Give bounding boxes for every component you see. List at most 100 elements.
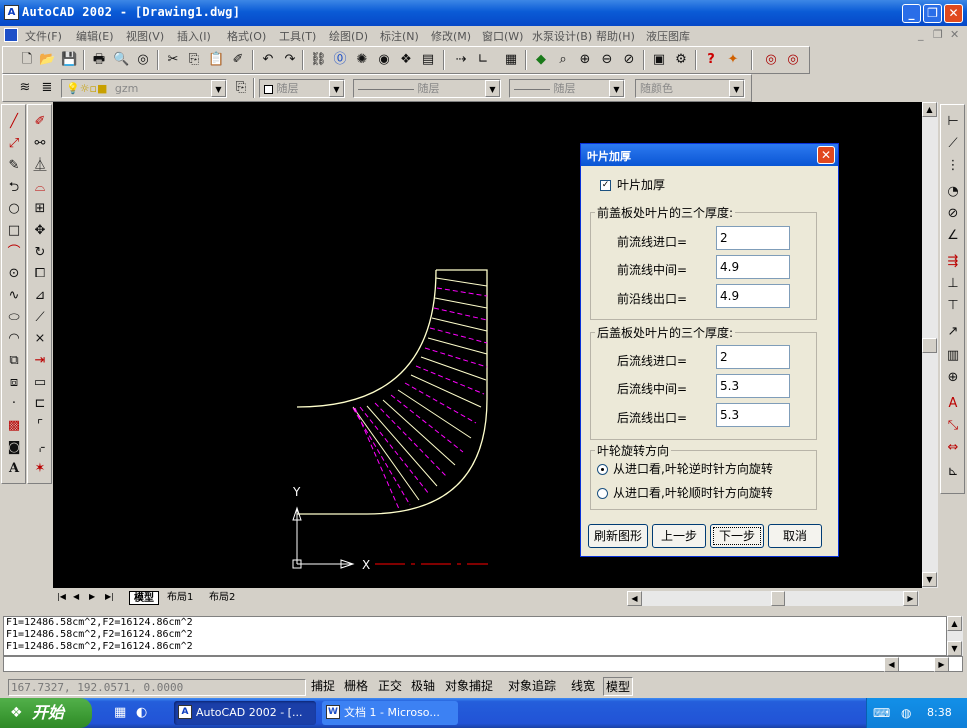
linear-dim-icon[interactable]: ⊢ xyxy=(944,113,962,131)
pump-tool-a-icon[interactable]: ◎ xyxy=(763,52,779,68)
dialog-title-bar[interactable]: 叶片加厚 ✕ xyxy=(581,144,838,166)
back-middle-field[interactable]: 5.3 xyxy=(716,374,790,398)
dialog-close-icon[interactable]: ✕ xyxy=(817,146,835,164)
cw-radio[interactable] xyxy=(597,488,608,499)
command-scrollbar[interactable]: ▲ ▼ xyxy=(947,616,963,656)
redo-icon[interactable]: ↷ xyxy=(282,52,298,68)
spline-icon[interactable]: ∿ xyxy=(5,287,23,305)
chevron-down-icon[interactable]: ▼ xyxy=(485,80,500,97)
clock[interactable]: 8:38 xyxy=(927,706,952,719)
quick-dim-icon[interactable]: ⇶ xyxy=(944,253,962,271)
ordinate-dim-icon[interactable]: ⋮ xyxy=(944,157,962,175)
model-space-toggle[interactable]: 模型 xyxy=(603,677,634,696)
grid-toggle[interactable]: 栅格 xyxy=(344,677,368,696)
thicken-checkbox[interactable]: ✓ xyxy=(600,180,611,191)
angular-dim-icon[interactable]: ∠ xyxy=(944,227,962,245)
scroll-up-icon[interactable]: ▲ xyxy=(947,616,962,631)
line-icon[interactable]: ╱ xyxy=(5,113,23,131)
ortho-toggle[interactable]: 正交 xyxy=(378,677,402,696)
undo-icon[interactable]: ↶ xyxy=(260,52,276,68)
menu-window[interactable]: 窗口(W) xyxy=(482,28,523,44)
scroll-left-icon[interactable]: ◀ xyxy=(627,591,642,606)
quicklaunch-desktop-icon[interactable]: ▦ xyxy=(114,705,126,720)
baseline-dim-icon[interactable]: ⊥ xyxy=(944,275,962,293)
distance-icon[interactable]: ⇢ xyxy=(453,52,469,68)
paste-icon[interactable]: 📋 xyxy=(208,52,224,68)
zoom-previous-icon[interactable]: ⊖ xyxy=(599,52,615,68)
break-at-point-icon[interactable]: ⊏ xyxy=(31,395,49,413)
menu-tools[interactable]: 工具(T) xyxy=(279,28,316,44)
circle-icon[interactable]: ○ xyxy=(5,200,23,218)
block-icon[interactable]: ▣ xyxy=(651,52,667,68)
copy-icon[interactable]: ⎘ xyxy=(186,52,202,68)
zoom-extents-icon[interactable]: ⊘ xyxy=(621,52,637,68)
tab-last-icon[interactable]: ▶| xyxy=(105,592,114,601)
zoom-window-icon[interactable]: ⊕ xyxy=(577,52,593,68)
doc-minimize-icon[interactable]: _ xyxy=(918,28,924,41)
autocad-app-icon[interactable]: A xyxy=(4,5,19,20)
dim-text-edit-icon[interactable]: ⤡ xyxy=(944,417,962,435)
ccw-radio[interactable] xyxy=(597,464,608,475)
menu-dimension[interactable]: 标注(N) xyxy=(380,28,419,44)
restore-button[interactable]: ❐ xyxy=(923,4,942,23)
ellipse-icon[interactable]: ⬭ xyxy=(5,309,23,327)
mirror-icon[interactable]: ⏅ xyxy=(31,157,49,175)
scroll-thumb[interactable] xyxy=(922,338,937,353)
pan-icon[interactable]: ◆ xyxy=(533,52,549,68)
dim-edit-icon[interactable]: A xyxy=(944,395,962,413)
array-icon[interactable]: ⊞ xyxy=(31,200,49,218)
lineweight-toggle[interactable]: 线宽 xyxy=(571,677,595,696)
cut-icon[interactable]: ✂ xyxy=(165,52,181,68)
menu-help[interactable]: 帮助(H) xyxy=(596,28,635,44)
taskbar-item-autocad[interactable]: A AutoCAD 2002 - [... xyxy=(174,701,316,725)
make-block-icon[interactable]: ⧈ xyxy=(5,374,23,392)
chevron-down-icon[interactable]: ▼ xyxy=(329,80,344,97)
menu-edit[interactable]: 编辑(E) xyxy=(76,28,114,44)
polyline-icon[interactable]: ✎ xyxy=(5,157,23,175)
lengthen-icon[interactable]: ⟋ xyxy=(31,309,49,327)
region-icon[interactable]: ◙ xyxy=(5,439,23,457)
doc-restore-icon[interactable]: ❐ xyxy=(933,28,943,41)
taskbar-item-word[interactable]: W 文档 1 - Microso... xyxy=(322,701,458,725)
move-icon[interactable]: ✥ xyxy=(31,222,49,240)
previous-step-button[interactable]: 上一步 xyxy=(652,524,706,548)
chevron-down-icon[interactable]: ▼ xyxy=(609,80,624,97)
ellipse-arc-icon[interactable]: ◠ xyxy=(5,330,23,348)
start-button[interactable]: ❖ 开始 xyxy=(0,698,92,728)
front-middle-field[interactable]: 4.9 xyxy=(716,255,790,279)
close-button[interactable]: ✕ xyxy=(944,4,963,23)
erase-icon[interactable]: ✐ xyxy=(31,113,49,131)
keyboard-icon[interactable]: ⌨ xyxy=(873,706,890,720)
diameter-dim-icon[interactable]: ⊘ xyxy=(944,205,962,223)
tab-next-icon[interactable]: ▶ xyxy=(89,592,95,601)
point-icon[interactable]: · xyxy=(5,395,23,413)
menu-view[interactable]: 视图(V) xyxy=(126,28,164,44)
tab-first-icon[interactable]: |◀ xyxy=(57,592,66,601)
publish-icon[interactable]: ◎ xyxy=(135,52,151,68)
linetype-combo[interactable]: 随层 ▼ xyxy=(353,79,501,98)
back-inlet-field[interactable]: 2 xyxy=(716,345,790,369)
construction-line-icon[interactable]: ⤢ xyxy=(5,135,23,153)
center-mark-icon[interactable]: ⊕ xyxy=(944,369,962,387)
scroll-up-icon[interactable]: ▲ xyxy=(922,102,937,117)
hyperlink-icon[interactable]: ⛓ xyxy=(310,52,327,68)
cancel-button[interactable]: 取消 xyxy=(768,524,822,548)
lineweight-combo[interactable]: 随层 ▼ xyxy=(509,79,625,98)
menu-insert[interactable]: 插入(I) xyxy=(177,28,211,44)
explode-icon[interactable]: ✶ xyxy=(31,460,49,478)
fillet-icon[interactable]: ⌌ xyxy=(31,439,49,457)
dim-style-icon[interactable]: ⊾ xyxy=(944,463,962,481)
front-inlet-field[interactable]: 2 xyxy=(716,226,790,250)
chamfer-icon[interactable]: ⌜ xyxy=(31,417,49,435)
match-properties-icon[interactable]: ✐ xyxy=(230,52,246,68)
osnap-toggle[interactable]: 对象捕捉 xyxy=(445,677,493,696)
layer-combo[interactable]: 💡☼▫■ gzm ▼ xyxy=(61,79,227,98)
network-icon[interactable]: ◍ xyxy=(901,706,911,720)
save-icon[interactable]: 💾 xyxy=(61,52,77,68)
new-icon[interactable]: 🗋 xyxy=(19,52,35,68)
extend-icon[interactable]: ⇥ xyxy=(31,352,49,370)
layer-manager-icon[interactable]: ≋ xyxy=(17,80,33,96)
scroll-right-icon[interactable]: ▶ xyxy=(934,657,949,672)
polygon-icon[interactable]: ⮌ xyxy=(5,179,23,197)
insert-block-icon[interactable]: ⧉ xyxy=(5,352,23,370)
